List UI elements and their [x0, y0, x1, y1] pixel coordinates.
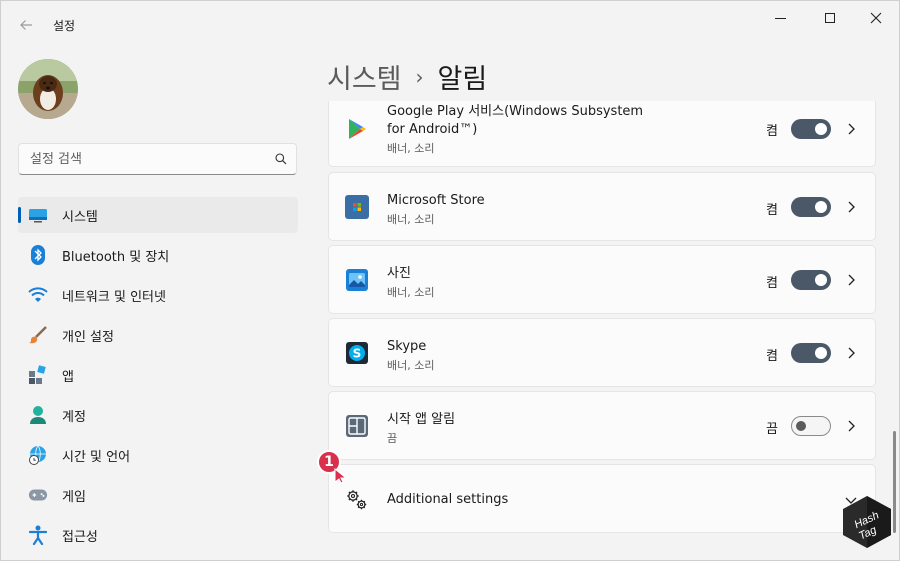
minimize-icon	[774, 17, 786, 19]
sidebar-item-label: 시간 및 언어	[62, 449, 131, 465]
skype-icon: S	[345, 341, 369, 365]
app-name-line2: for Android™)	[387, 122, 478, 137]
notification-toggle[interactable]	[791, 416, 831, 436]
sidebar-item-apps[interactable]: 앱	[18, 357, 298, 393]
photos-icon	[345, 268, 369, 292]
back-arrow-icon	[20, 20, 32, 30]
toggle-state-label: 끔	[766, 422, 778, 437]
title-bar: 설정	[1, 1, 899, 49]
scrollbar-thumb[interactable]	[893, 431, 896, 533]
maximize-icon	[825, 13, 835, 23]
back-button[interactable]	[11, 12, 41, 38]
search-input[interactable]	[19, 151, 266, 167]
app-row-microsoft-store[interactable]: Microsoft Store 배너, 소리 켬	[328, 172, 876, 241]
chevron-right-icon	[848, 420, 855, 432]
chevron-right-icon	[848, 347, 855, 359]
toggle-state-label: 켬	[766, 349, 778, 364]
annotation-arrow	[334, 467, 348, 483]
notification-toggle[interactable]	[791, 119, 831, 139]
accessibility-icon	[28, 525, 48, 545]
monitor-icon	[28, 205, 48, 225]
sidebar-item-label: 시스템	[62, 209, 98, 225]
notification-app-list: Google Play 서비스(Windows Subsystem for An…	[328, 101, 876, 560]
breadcrumb-parent[interactable]: 시스템	[327, 57, 402, 96]
app-row-photos[interactable]: 사진 배너, 소리 켬	[328, 245, 876, 314]
search-icon[interactable]	[266, 153, 296, 165]
app-subtext: 끔	[387, 432, 398, 445]
notification-toggle[interactable]	[791, 270, 831, 290]
app-name: Skype	[387, 339, 427, 354]
wifi-icon	[28, 285, 48, 305]
sidebar-item-accounts[interactable]: 계정	[18, 397, 298, 433]
app-row-startup-apps[interactable]: 시작 앱 알림 끔 끔	[328, 391, 876, 460]
hashtag-logo: Hash Tag	[841, 494, 893, 550]
sidebar-item-system[interactable]: 시스템	[18, 197, 298, 233]
sidebar-item-gaming[interactable]: 게임	[18, 477, 298, 513]
sidebar-item-label: 접근성	[62, 529, 98, 545]
sidebar-item-time-language[interactable]: 시간 및 언어	[18, 437, 298, 473]
apps-icon	[28, 365, 48, 385]
app-name-line1: Google Play 서비스(Windows Subsystem	[387, 104, 644, 119]
app-name: Microsoft Store	[387, 193, 485, 208]
minimize-button[interactable]	[757, 1, 803, 35]
sidebar-item-label: 계정	[62, 409, 86, 425]
settings-window: 설정 설정 검색 시스템 Bluetooth 및 장치 네트워크 및 인터넷 개…	[0, 0, 900, 561]
app-title: 설정	[53, 19, 76, 33]
notification-toggle[interactable]	[791, 343, 831, 363]
close-button[interactable]	[853, 1, 899, 35]
google-play-icon	[345, 117, 369, 141]
avatar-photo	[18, 59, 78, 119]
gamepad-icon	[28, 485, 48, 505]
sidebar-item-label: 네트워크 및 인터넷	[62, 289, 166, 305]
sidebar-item-personalization[interactable]: 개인 설정	[18, 317, 298, 353]
chevron-right-icon	[848, 274, 855, 286]
app-name: 시작 앱 알림	[387, 412, 456, 427]
page-title: 알림	[437, 64, 488, 95]
toggle-state-label: 켬	[766, 276, 778, 291]
startup-apps-icon	[345, 414, 369, 438]
app-name: 사진	[387, 266, 411, 281]
app-row-google-play[interactable]: Google Play 서비스(Windows Subsystem for An…	[328, 101, 876, 167]
maximize-button[interactable]	[807, 1, 853, 35]
app-name: Google Play 서비스(Windows Subsystem for An…	[387, 103, 643, 139]
additional-settings-label: Additional settings	[387, 492, 509, 507]
sidebar-item-label: Bluetooth 및 장치	[62, 249, 170, 265]
notification-toggle[interactable]	[791, 197, 831, 217]
sidebar-item-label: 게임	[62, 489, 86, 505]
sidebar-item-label: 앱	[62, 369, 74, 385]
additional-settings-expander[interactable]: Additional settings	[328, 464, 876, 533]
search-box[interactable]	[18, 143, 297, 175]
app-subtext: 배너, 소리	[387, 213, 435, 226]
sidebar-item-accessibility[interactable]: 접근성	[18, 517, 298, 553]
app-subtext: 배너, 소리	[387, 286, 435, 299]
app-row-skype[interactable]: S Skype 배너, 소리 켬	[328, 318, 876, 387]
brush-icon	[28, 325, 48, 345]
app-subtext: 배너, 소리	[387, 359, 435, 372]
account-icon	[28, 405, 48, 425]
chevron-right-icon	[848, 201, 855, 213]
close-icon	[870, 12, 882, 24]
sidebar-item-network[interactable]: 네트워크 및 인터넷	[18, 277, 298, 313]
breadcrumb: 시스템 › 알림	[327, 57, 487, 96]
sidebar-item-label: 개인 설정	[62, 329, 114, 345]
globe-clock-icon	[28, 445, 48, 465]
toggle-state-label: 켬	[766, 124, 778, 139]
svg-text:S: S	[353, 347, 362, 361]
toggle-state-label: 켬	[766, 203, 778, 218]
avatar[interactable]	[18, 59, 78, 119]
microsoft-store-icon	[345, 195, 369, 219]
chevron-right-icon	[848, 123, 855, 135]
app-subtext: 배너, 소리	[387, 142, 435, 155]
sidebar-item-bluetooth[interactable]: Bluetooth 및 장치	[18, 237, 298, 273]
sidebar-nav: 시스템 Bluetooth 및 장치 네트워크 및 인터넷 개인 설정 앱 계정…	[18, 197, 298, 557]
bluetooth-icon	[28, 245, 48, 265]
breadcrumb-separator: ›	[415, 64, 424, 89]
gears-icon	[345, 488, 369, 512]
